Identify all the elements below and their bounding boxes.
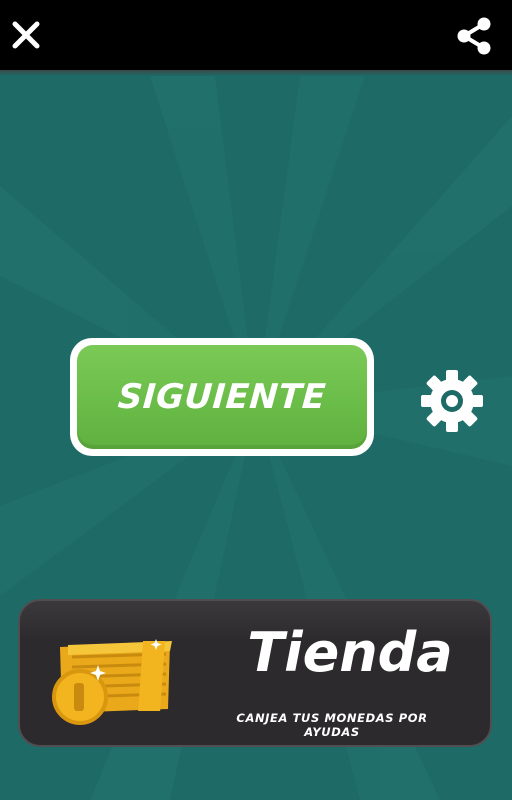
shop-banner[interactable]: Tienda CANJEA TUS MONEDAS POR AYUDAS (18, 599, 492, 747)
share-button[interactable] (452, 14, 496, 58)
gear-icon (421, 370, 483, 432)
close-button[interactable] (6, 14, 46, 56)
top-bar (0, 0, 512, 70)
settings-button[interactable] (419, 368, 485, 434)
next-button-label: SIGUIENTE (116, 377, 328, 417)
shop-subtitle: CANJEA TUS MONEDAS POR AYUDAS (236, 711, 428, 739)
next-button-face: SIGUIENTE (77, 345, 367, 449)
shop-title: Tienda (247, 621, 453, 684)
share-icon (457, 17, 491, 55)
treasure-chest-icon (52, 639, 172, 725)
close-icon (12, 21, 40, 49)
next-button[interactable]: SIGUIENTE (70, 338, 374, 456)
